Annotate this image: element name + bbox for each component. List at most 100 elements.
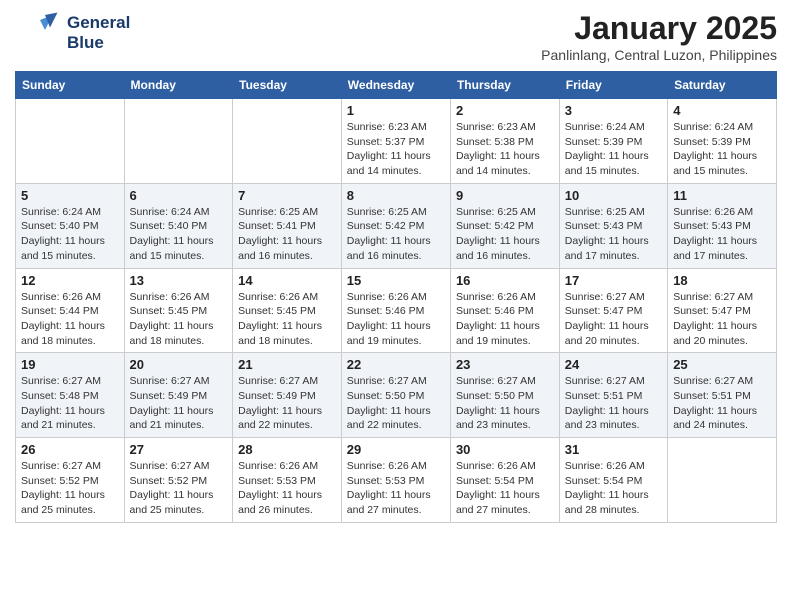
day-number: 4: [673, 103, 771, 118]
weekday-header-row: SundayMondayTuesdayWednesdayThursdayFrid…: [16, 72, 777, 99]
day-number: 17: [565, 273, 662, 288]
day-info: Sunrise: 6:27 AMSunset: 5:48 PMDaylight:…: [21, 374, 119, 433]
day-number: 24: [565, 357, 662, 372]
day-number: 13: [130, 273, 228, 288]
calendar-cell: 23 Sunrise: 6:27 AMSunset: 5:50 PMDayligh…: [450, 353, 559, 438]
day-number: 10: [565, 188, 662, 203]
day-info: Sunrise: 6:27 AMSunset: 5:51 PMDaylight:…: [673, 374, 771, 433]
logo: General Blue: [15, 10, 130, 55]
day-number: 6: [130, 188, 228, 203]
weekday-header-saturday: Saturday: [668, 72, 777, 99]
calendar-cell: 20Sunrise: 6:27 AMSunset: 5:49 PMDayligh…: [124, 353, 233, 438]
day-info: Sunrise: 6:25 AMSunset: 5:43 PMDaylight:…: [565, 205, 662, 264]
calendar-cell: 16 Sunrise: 6:26 AMSunset: 5:46 PMDayligh…: [450, 268, 559, 353]
day-number: 20: [130, 357, 228, 372]
day-number: 12: [21, 273, 119, 288]
calendar-cell: 14 Sunrise: 6:26 AMSunset: 5:45 PMDayligh…: [233, 268, 342, 353]
day-info: Sunrise: 6:27 AMSunset: 5:47 PMDaylight:…: [673, 290, 771, 349]
calendar-cell: 11Sunrise: 6:26 AMSunset: 5:43 PMDayligh…: [668, 183, 777, 268]
day-info: Sunrise: 6:26 AMSunset: 5:44 PMDaylight:…: [21, 290, 119, 349]
location-subtitle: Panlinlang, Central Luzon, Philippines: [541, 47, 777, 63]
day-info: Sunrise: 6:24 AMSunset: 5:39 PMDaylight:…: [565, 120, 662, 179]
day-number: 14: [238, 273, 336, 288]
day-number: 2: [456, 103, 554, 118]
calendar-cell: [16, 99, 125, 184]
day-number: 16: [456, 273, 554, 288]
day-number: 23: [456, 357, 554, 372]
day-info: Sunrise: 6:26 AMSunset: 5:54 PMDaylight:…: [456, 459, 554, 518]
calendar-cell: 27Sunrise: 6:27 AMSunset: 5:52 PMDayligh…: [124, 438, 233, 523]
calendar-cell: 9 Sunrise: 6:25 AMSunset: 5:42 PMDaylight…: [450, 183, 559, 268]
day-number: 3: [565, 103, 662, 118]
calendar-week-row: 12 Sunrise: 6:26 AMSunset: 5:44 PMDayligh…: [16, 268, 777, 353]
day-info: Sunrise: 6:26 AMSunset: 5:46 PMDaylight:…: [456, 290, 554, 349]
day-info: Sunrise: 6:24 AMSunset: 5:39 PMDaylight:…: [673, 120, 771, 179]
calendar-cell: 7 Sunrise: 6:25 AMSunset: 5:41 PMDaylight…: [233, 183, 342, 268]
calendar-cell: [124, 99, 233, 184]
calendar-cell: 25 Sunrise: 6:27 AMSunset: 5:51 PMDayligh…: [668, 353, 777, 438]
calendar-week-row: 26 Sunrise: 6:27 AMSunset: 5:52 PMDayligh…: [16, 438, 777, 523]
day-number: 21: [238, 357, 336, 372]
calendar-cell: 2 Sunrise: 6:23 AMSunset: 5:38 PMDaylight…: [450, 99, 559, 184]
calendar-cell: [668, 438, 777, 523]
day-info: Sunrise: 6:27 AMSunset: 5:47 PMDaylight:…: [565, 290, 662, 349]
day-number: 11: [673, 188, 771, 203]
calendar-cell: 29Sunrise: 6:26 AMSunset: 5:53 PMDayligh…: [341, 438, 450, 523]
calendar-cell: 8 Sunrise: 6:25 AMSunset: 5:42 PMDaylight…: [341, 183, 450, 268]
calendar-cell: 3 Sunrise: 6:24 AMSunset: 5:39 PMDaylight…: [559, 99, 667, 184]
day-info: Sunrise: 6:25 AMSunset: 5:42 PMDaylight:…: [456, 205, 554, 264]
logo-general-text: General: [67, 13, 130, 33]
weekday-header-monday: Monday: [124, 72, 233, 99]
day-number: 19: [21, 357, 119, 372]
day-number: 26: [21, 442, 119, 457]
day-number: 22: [347, 357, 445, 372]
day-info: Sunrise: 6:27 AMSunset: 5:49 PMDaylight:…: [238, 374, 336, 433]
calendar-cell: 6Sunrise: 6:24 AMSunset: 5:40 PMDaylight…: [124, 183, 233, 268]
weekday-header-friday: Friday: [559, 72, 667, 99]
day-number: 8: [347, 188, 445, 203]
day-info: Sunrise: 6:23 AMSunset: 5:38 PMDaylight:…: [456, 120, 554, 179]
day-info: Sunrise: 6:27 AMSunset: 5:50 PMDaylight:…: [456, 374, 554, 433]
calendar-week-row: 1 Sunrise: 6:23 AMSunset: 5:37 PMDaylight…: [16, 99, 777, 184]
calendar-cell: 1 Sunrise: 6:23 AMSunset: 5:37 PMDaylight…: [341, 99, 450, 184]
day-number: 25: [673, 357, 771, 372]
calendar-cell: 15Sunrise: 6:26 AMSunset: 5:46 PMDayligh…: [341, 268, 450, 353]
logo-bird-icon: [15, 10, 65, 55]
calendar-cell: 28 Sunrise: 6:26 AMSunset: 5:53 PMDayligh…: [233, 438, 342, 523]
day-number: 29: [347, 442, 445, 457]
day-info: Sunrise: 6:24 AMSunset: 5:40 PMDaylight:…: [21, 205, 119, 264]
day-number: 28: [238, 442, 336, 457]
day-number: 15: [347, 273, 445, 288]
day-info: Sunrise: 6:26 AMSunset: 5:45 PMDaylight:…: [238, 290, 336, 349]
day-info: Sunrise: 6:25 AMSunset: 5:42 PMDaylight:…: [347, 205, 445, 264]
day-number: 9: [456, 188, 554, 203]
calendar-week-row: 5 Sunrise: 6:24 AMSunset: 5:40 PMDaylight…: [16, 183, 777, 268]
day-info: Sunrise: 6:27 AMSunset: 5:52 PMDaylight:…: [21, 459, 119, 518]
day-info: Sunrise: 6:23 AMSunset: 5:37 PMDaylight:…: [347, 120, 445, 179]
calendar-cell: 24 Sunrise: 6:27 AMSunset: 5:51 PMDayligh…: [559, 353, 667, 438]
calendar-cell: 19 Sunrise: 6:27 AMSunset: 5:48 PMDayligh…: [16, 353, 125, 438]
calendar-cell: 31Sunrise: 6:26 AMSunset: 5:54 PMDayligh…: [559, 438, 667, 523]
day-info: Sunrise: 6:25 AMSunset: 5:41 PMDaylight:…: [238, 205, 336, 264]
calendar-table: SundayMondayTuesdayWednesdayThursdayFrid…: [15, 71, 777, 523]
calendar-cell: 13 Sunrise: 6:26 AMSunset: 5:45 PMDayligh…: [124, 268, 233, 353]
calendar-cell: 17 Sunrise: 6:27 AMSunset: 5:47 PMDayligh…: [559, 268, 667, 353]
calendar-cell: 12 Sunrise: 6:26 AMSunset: 5:44 PMDayligh…: [16, 268, 125, 353]
day-number: 27: [130, 442, 228, 457]
day-number: 5: [21, 188, 119, 203]
calendar-week-row: 19 Sunrise: 6:27 AMSunset: 5:48 PMDayligh…: [16, 353, 777, 438]
day-info: Sunrise: 6:27 AMSunset: 5:50 PMDaylight:…: [347, 374, 445, 433]
calendar-cell: 10 Sunrise: 6:25 AMSunset: 5:43 PMDayligh…: [559, 183, 667, 268]
day-info: Sunrise: 6:27 AMSunset: 5:51 PMDaylight:…: [565, 374, 662, 433]
day-info: Sunrise: 6:26 AMSunset: 5:53 PMDaylight:…: [238, 459, 336, 518]
calendar-cell: 21 Sunrise: 6:27 AMSunset: 5:49 PMDayligh…: [233, 353, 342, 438]
day-info: Sunrise: 6:26 AMSunset: 5:45 PMDaylight:…: [130, 290, 228, 349]
title-block: January 2025 Panlinlang, Central Luzon, …: [541, 10, 777, 63]
calendar-cell: 5 Sunrise: 6:24 AMSunset: 5:40 PMDaylight…: [16, 183, 125, 268]
logo-blue-text: Blue: [67, 33, 130, 53]
day-number: 1: [347, 103, 445, 118]
day-number: 30: [456, 442, 554, 457]
day-number: 7: [238, 188, 336, 203]
calendar-cell: 18Sunrise: 6:27 AMSunset: 5:47 PMDayligh…: [668, 268, 777, 353]
calendar-cell: 4 Sunrise: 6:24 AMSunset: 5:39 PMDaylight…: [668, 99, 777, 184]
